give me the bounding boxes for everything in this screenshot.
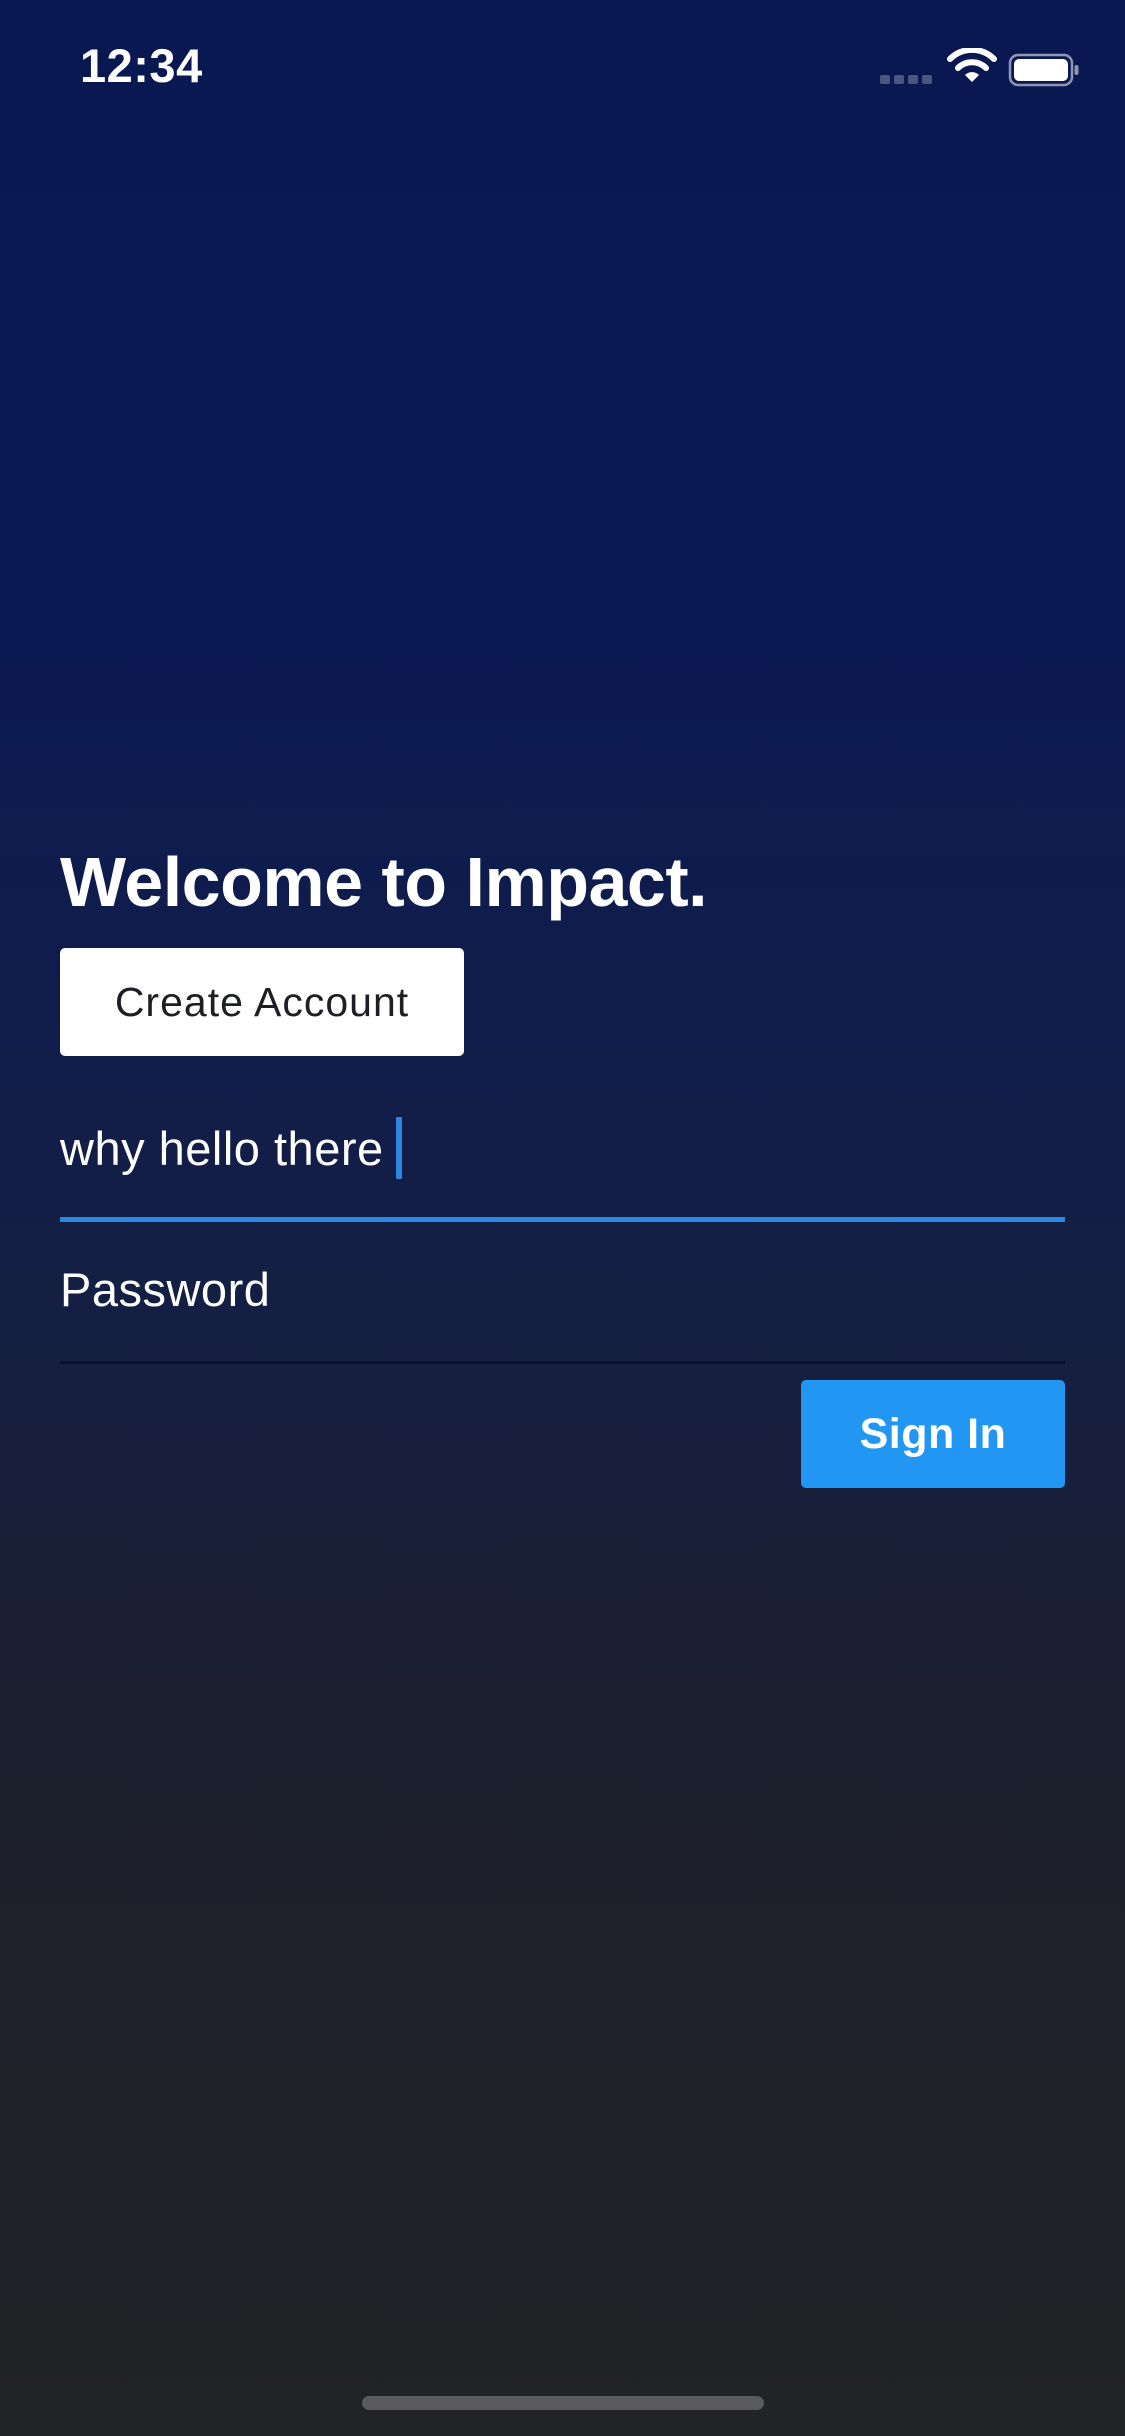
- login-screen: 12:34 Welcome to Impact. Create Account …: [0, 0, 1125, 2436]
- username-input[interactable]: why hello there: [60, 1117, 402, 1179]
- signal-icon: [880, 75, 934, 85]
- battery-icon: [1008, 53, 1079, 87]
- home-indicator[interactable]: [362, 2396, 764, 2410]
- text-caret: [395, 1117, 402, 1179]
- wifi-icon: [947, 48, 997, 82]
- username-field[interactable]: why hello there: [60, 1100, 1065, 1222]
- status-time: 12:34: [80, 39, 203, 92]
- welcome-title: Welcome to Impact.: [60, 843, 708, 921]
- create-account-button[interactable]: Create Account: [60, 948, 464, 1056]
- username-focus-underline: [60, 1217, 1065, 1222]
- password-placeholder: Password: [60, 1263, 271, 1316]
- password-field[interactable]: Password: [60, 1250, 1065, 1364]
- password-underline: [60, 1361, 1065, 1364]
- sign-in-button[interactable]: Sign In: [801, 1380, 1065, 1488]
- username-value-text: why hello there: [60, 1121, 384, 1175]
